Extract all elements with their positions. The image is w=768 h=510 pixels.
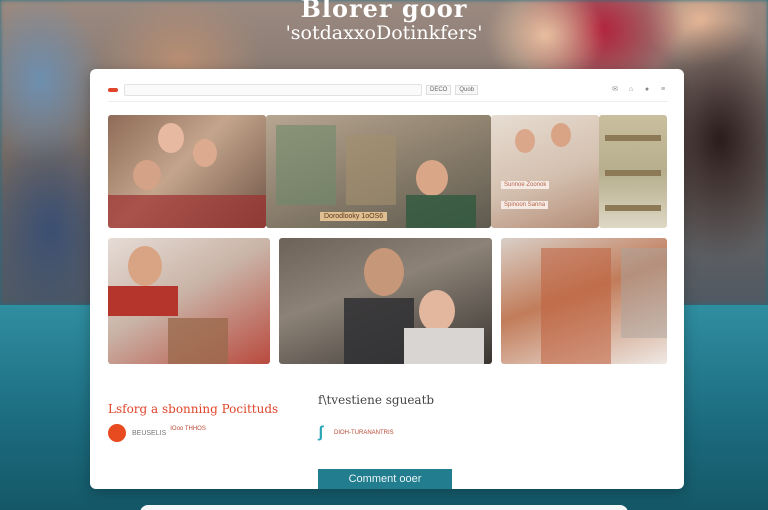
photo-tile-friends[interactable]	[279, 238, 492, 364]
photo-tile-smiling-man[interactable]	[108, 238, 270, 364]
shelf-shape	[276, 125, 336, 205]
face-shape	[515, 129, 535, 153]
toolbar-divider	[108, 101, 668, 102]
face-shape	[133, 160, 161, 190]
logo-icon[interactable]	[108, 88, 118, 92]
search-input[interactable]	[124, 84, 422, 96]
shelf-shape	[605, 205, 661, 211]
face-shape	[158, 123, 184, 153]
figure-shape	[541, 248, 611, 364]
photo-tile-store[interactable]: Dorodlooky 1oOS6	[266, 115, 491, 228]
clothing-shape	[406, 195, 476, 228]
status-dot-icon	[108, 424, 126, 442]
toolbar-button-deco[interactable]: DECO	[426, 85, 452, 95]
face-shape	[128, 246, 162, 286]
window-shape	[621, 248, 667, 338]
box-shape	[168, 318, 228, 364]
right-panel-meta: ʃ DIOH-TURANANTRIS	[318, 424, 394, 442]
cart-icon[interactable]: ⌂	[626, 86, 636, 94]
shelf-shape	[605, 135, 661, 141]
photo-tile-shelves[interactable]	[599, 115, 667, 228]
tile-tag: Sunnoe Zoonok	[501, 181, 550, 189]
content-card: DECO Quob ✉ ⌂ ● ≡ Dorodlooky 1oOS6 Sunno…	[90, 69, 684, 489]
right-meta-text: DIOH-TURANANTRIS	[334, 430, 394, 436]
face-shape	[416, 160, 448, 196]
hero-subtitle: 'sotdaxxoDotinkfers'	[285, 22, 483, 44]
left-panel-title: Lsforg a sbonning Pocittuds	[108, 402, 279, 416]
comment-button[interactable]: Comment ooer	[318, 469, 452, 489]
tile-tag: Spinoon Sanna	[501, 201, 549, 209]
clothing-shape	[108, 195, 266, 228]
face-shape	[364, 248, 404, 296]
photo-tile-family[interactable]	[108, 115, 266, 228]
hero-title: Blorer goor	[300, 0, 468, 23]
clothing-shape	[404, 328, 484, 364]
left-meta-text: BEUSELIS	[132, 429, 167, 437]
toolbar-button-quob[interactable]: Quob	[455, 85, 479, 95]
face-shape	[551, 123, 571, 147]
shelf-shape	[346, 135, 396, 205]
left-panel-meta: BEUSELIS IOoo THHOS	[108, 424, 206, 442]
menu-icon[interactable]: ≡	[658, 86, 668, 94]
face-shape	[193, 139, 217, 167]
face-shape	[419, 290, 455, 332]
brand-mark-icon: ʃ	[318, 424, 324, 441]
bottom-input-bar[interactable]	[140, 505, 628, 510]
left-meta-link[interactable]: IOoo THHOS	[170, 426, 206, 432]
photo-tile-workshop[interactable]	[501, 238, 667, 364]
user-icon[interactable]: ●	[642, 86, 652, 94]
clothing-shape	[108, 286, 178, 316]
shelf-shape	[605, 170, 661, 176]
right-panel-title: f\tvestiene sgueatb	[318, 393, 435, 407]
chat-icon[interactable]: ✉	[610, 86, 620, 94]
top-toolbar: DECO Quob ✉ ⌂ ● ≡	[108, 83, 668, 97]
photo-tile-couple[interactable]: Sunnoe Zoonok Spinoon Sanna	[491, 115, 599, 228]
tile-caption: Dorodlooky 1oOS6	[320, 212, 388, 221]
